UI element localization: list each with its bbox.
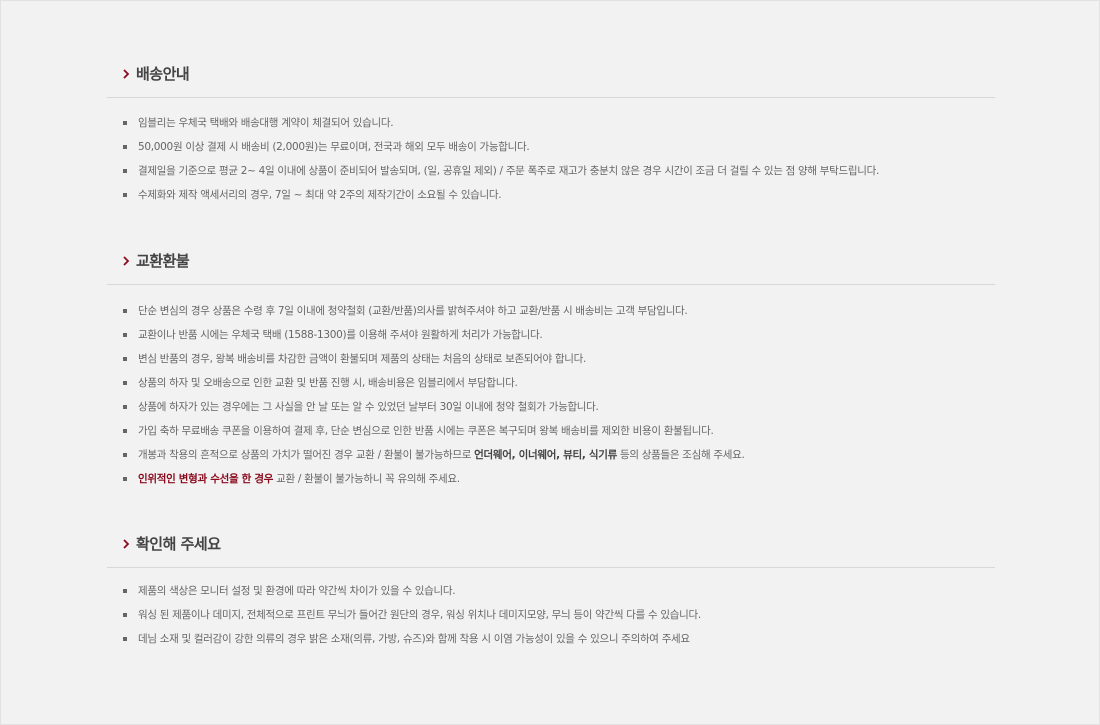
chevron-right-icon xyxy=(123,69,130,79)
section-notice: 확인해 주세요 제품의 색상은 모니터 설정 및 환경에 따라 약간씩 차이가 … xyxy=(107,531,995,645)
info-list: 단순 변심의 경우 상품은 수령 후 7일 이내에 청약철회 (교환/반품)의사… xyxy=(107,299,995,491)
list-item-warning: 인위적인 변형과 수선을 한 경우 교환 / 환불이 불가능하니 꼭 유의해 주… xyxy=(107,467,995,491)
info-list: 임블리는 우체국 택배와 배송대행 계약이 체결되어 있습니다. 50,000원… xyxy=(107,111,995,207)
page-frame: 배송안내 임블리는 우체국 택배와 배송대행 계약이 체결되어 있습니다. 50… xyxy=(0,0,1100,725)
chevron-right-icon xyxy=(123,256,130,266)
list-item: 상품에 하자가 있는 경우에는 그 사실을 안 날 또는 알 수 있었던 날부터… xyxy=(107,395,995,419)
bullet-icon xyxy=(123,637,127,641)
list-item: 교환이나 반품 시에는 우체국 택배 (1588-1300)를 이용해 주셔야 … xyxy=(107,323,995,347)
bullet-icon xyxy=(123,477,127,481)
bullet-icon xyxy=(123,333,127,337)
list-item: 결제일을 기준으로 평균 2~ 4일 이내에 상품이 준비되어 발송되며, (일… xyxy=(107,159,995,183)
bullet-icon xyxy=(123,613,127,617)
bullet-icon xyxy=(123,357,127,361)
restricted-categories: 언더웨어, 이너웨어, 뷰티, 식기류 xyxy=(474,449,617,461)
list-item: 데님 소재 및 컬러감이 강한 의류의 경우 밝은 소재(의류, 가방, 슈즈)… xyxy=(107,627,995,651)
section-title: 확인해 주세요 xyxy=(136,535,221,553)
list-item: 개봉과 착용의 흔적으로 상품의 가치가 떨어진 경우 교환 / 환불이 불가능… xyxy=(107,443,995,467)
bullet-icon xyxy=(123,589,127,593)
section-exchange-refund: 교환환불 단순 변심의 경우 상품은 수령 후 7일 이내에 청약철회 (교환/… xyxy=(107,248,995,485)
bullet-icon xyxy=(123,309,127,313)
list-item: 단순 변심의 경우 상품은 수령 후 7일 이내에 청약철회 (교환/반품)의사… xyxy=(107,299,995,323)
bullet-icon xyxy=(123,145,127,149)
list-item: 가입 축하 무료배송 쿠폰을 이용하여 결제 후, 단순 변심으로 인한 반품 … xyxy=(107,419,995,443)
list-item: 상품의 하자 및 오배송으로 인한 교환 및 반품 진행 시, 배송비용은 임블… xyxy=(107,371,995,395)
section-header: 확인해 주세요 xyxy=(107,531,995,568)
bullet-icon xyxy=(123,453,127,457)
bullet-icon xyxy=(123,429,127,433)
bullet-icon xyxy=(123,121,127,125)
section-title: 배송안내 xyxy=(136,65,190,83)
list-item: 제품의 색상은 모니터 설정 및 환경에 따라 약간씩 차이가 있을 수 있습니… xyxy=(107,579,995,603)
section-header: 교환환불 xyxy=(107,248,995,285)
bullet-icon xyxy=(123,381,127,385)
info-list: 제품의 색상은 모니터 설정 및 환경에 따라 약간씩 차이가 있을 수 있습니… xyxy=(107,579,995,651)
section-header: 배송안내 xyxy=(107,61,995,98)
list-item: 임블리는 우체국 택배와 배송대행 계약이 체결되어 있습니다. xyxy=(107,111,995,135)
warning-text: 인위적인 변형과 수선을 한 경우 xyxy=(138,473,274,485)
section-title: 교환환불 xyxy=(136,252,190,270)
bullet-icon xyxy=(123,169,127,173)
list-item: 수제화와 제작 액세서리의 경우, 7일 ~ 최대 약 2주의 제작기간이 소요… xyxy=(107,183,995,207)
list-item: 변심 반품의 경우, 왕복 배송비를 차감한 금액이 환불되며 제품의 상태는 … xyxy=(107,347,995,371)
list-item: 워싱 된 제품이나 데미지, 전체적으로 프린트 무늬가 들어간 원단의 경우,… xyxy=(107,603,995,627)
bullet-icon xyxy=(123,405,127,409)
bullet-icon xyxy=(123,193,127,197)
section-shipping: 배송안내 임블리는 우체국 택배와 배송대행 계약이 체결되어 있습니다. 50… xyxy=(107,61,995,201)
chevron-right-icon xyxy=(123,539,130,549)
list-item: 50,000원 이상 결제 시 배송비 (2,000원)는 무료이며, 전국과 … xyxy=(107,135,995,159)
